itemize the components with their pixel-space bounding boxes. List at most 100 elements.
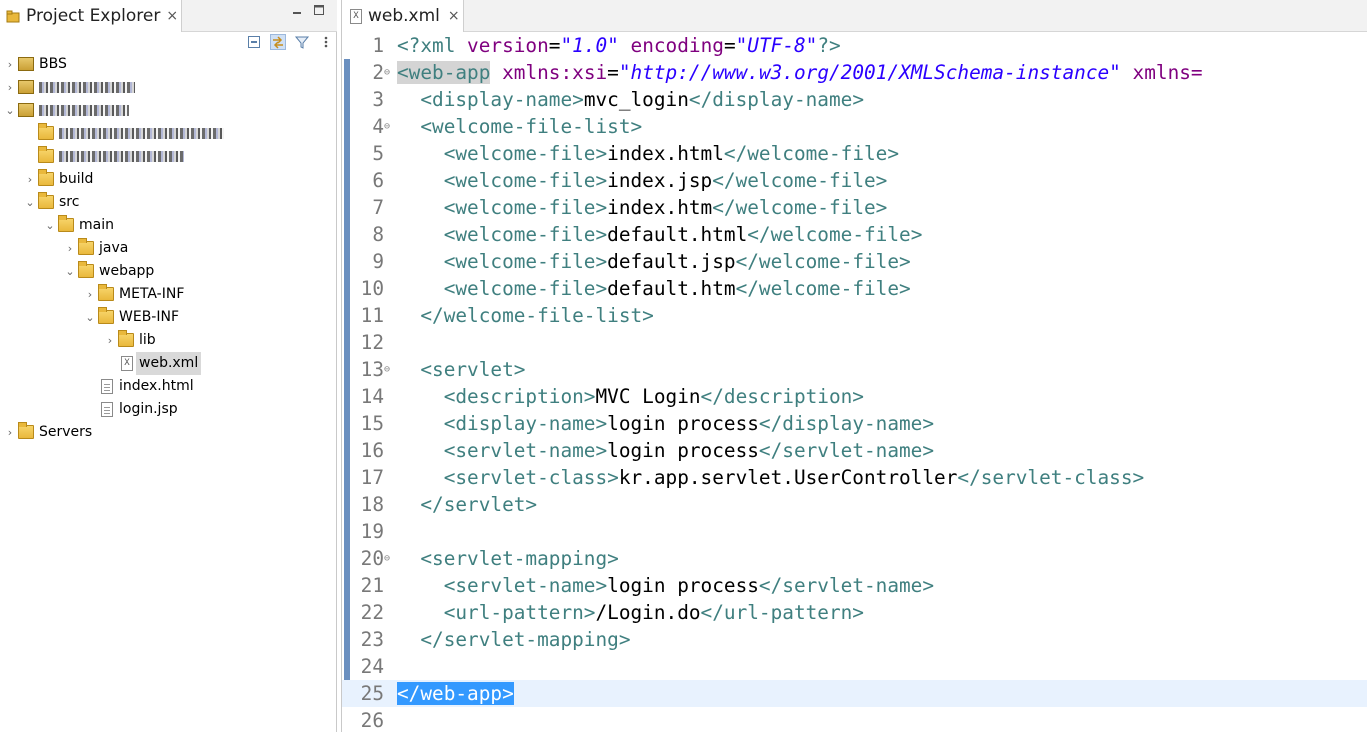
line-number: 1: [372, 34, 384, 57]
code-line[interactable]: 19: [342, 518, 1367, 545]
code-editor[interactable]: 1 <?xml version="1.0" encoding="UTF-8"?> 2…: [342, 32, 1367, 732]
tree-item[interactable]: ⌄ main: [0, 214, 336, 237]
chevron-right-icon[interactable]: ›: [65, 237, 75, 260]
tree-item[interactable]: login.jsp: [0, 398, 336, 421]
folder-icon: [98, 284, 114, 301]
code-token: </welcome-file-list>: [420, 304, 654, 327]
code-line[interactable]: 8 <welcome-file>default.html</welcome-fi…: [342, 221, 1367, 248]
filter-icon[interactable]: [294, 34, 310, 50]
tree-item[interactable]: [0, 145, 336, 168]
tree-item[interactable]: › BBS: [0, 53, 336, 76]
line-number: 9: [372, 250, 384, 273]
code-line[interactable]: 17 <servlet-class>kr.app.servlet.UserCon…: [342, 464, 1367, 491]
code-token: kr.app.servlet.UserController: [618, 466, 958, 489]
tree-item[interactable]: ⌄ WEB-INF: [0, 306, 336, 329]
code-token: <web-app: [397, 61, 491, 84]
code-line[interactable]: 24: [342, 653, 1367, 680]
close-icon[interactable]: ×: [448, 8, 460, 24]
code-line[interactable]: 21 <servlet-name>login process</servlet-…: [342, 572, 1367, 599]
code-line[interactable]: 4 ⊖ <welcome-file-list>: [342, 113, 1367, 140]
tab-web-xml[interactable]: X web.xml ×: [342, 0, 464, 32]
link-with-editor-icon[interactable]: [270, 34, 286, 50]
code-line[interactable]: 20 ⊖ <servlet-mapping>: [342, 545, 1367, 572]
code-token: xmlns=: [1132, 61, 1203, 84]
line-number: 5: [372, 142, 384, 165]
code-token: </welcome-file>: [712, 196, 888, 219]
code-line[interactable]: 12: [342, 329, 1367, 356]
tree-item[interactable]: ›: [0, 76, 336, 99]
project-tree: › BBS › ⌄ › build ⌄ src ⌄ main › java ⌄ webapp › META-I…: [0, 53, 336, 444]
code-line[interactable]: 10 <welcome-file>default.htm</welcome-fi…: [342, 275, 1367, 302]
code-line[interactable]: 7 <welcome-file>index.htm</welcome-file>: [342, 194, 1367, 221]
code-line[interactable]: 9 <welcome-file>default.jsp</welcome-fil…: [342, 248, 1367, 275]
chevron-down-icon[interactable]: ⌄: [25, 191, 35, 214]
code-token: xmlns:xsi: [502, 61, 608, 84]
code-line[interactable]: 25 </web-app>: [342, 680, 1367, 707]
fold-toggle-icon[interactable]: ⊖: [384, 113, 390, 140]
chevron-right-icon[interactable]: ›: [25, 168, 35, 191]
minimize-icon[interactable]: [291, 4, 303, 16]
tree-item[interactable]: › META-INF: [0, 283, 336, 306]
chevron-down-icon[interactable]: ⌄: [45, 214, 55, 237]
line-number: 12: [360, 331, 384, 354]
line-number: 8: [372, 223, 384, 246]
tree-item[interactable]: › java: [0, 237, 336, 260]
close-icon[interactable]: ×: [166, 8, 178, 24]
line-number: 15: [360, 412, 384, 435]
code-line[interactable]: 3 <display-name>mvc_login</display-name>: [342, 86, 1367, 113]
chevron-right-icon[interactable]: ›: [5, 76, 15, 99]
chevron-down-icon[interactable]: ⌄: [5, 99, 15, 122]
code-line[interactable]: 18 </servlet>: [342, 491, 1367, 518]
chevron-down-icon[interactable]: ⌄: [65, 260, 75, 283]
code-token: </display-name>: [758, 412, 935, 435]
code-line[interactable]: 6 <welcome-file>index.jsp</welcome-file>: [342, 167, 1367, 194]
code-line[interactable]: 5 <welcome-file>index.html</welcome-file…: [342, 140, 1367, 167]
code-text: <servlet-name>login process</servlet-nam…: [397, 572, 934, 599]
tree-item[interactable]: [0, 122, 336, 145]
tab-project-explorer[interactable]: Project Explorer ×: [0, 0, 182, 32]
maximize-icon[interactable]: [313, 4, 325, 16]
code-line[interactable]: 1 <?xml version="1.0" encoding="UTF-8"?>: [342, 32, 1367, 59]
tree-item[interactable]: ⌄ src: [0, 191, 336, 214]
code-line[interactable]: 26: [342, 707, 1367, 732]
collapse-all-icon[interactable]: [246, 34, 262, 50]
tree-item-label: BBS: [39, 56, 67, 72]
fold-toggle-icon[interactable]: ⊖: [384, 545, 390, 572]
code-text: <servlet-mapping>: [397, 545, 618, 572]
code-text: <display-name>login process</display-nam…: [397, 410, 934, 437]
tree-item[interactable]: › build: [0, 168, 336, 191]
code-line[interactable]: 14 <description>MVC Login</description>: [342, 383, 1367, 410]
chevron-down-icon[interactable]: ⌄: [85, 306, 95, 329]
chevron-right-icon[interactable]: ›: [105, 329, 115, 352]
chevron-right-icon[interactable]: ›: [5, 53, 15, 76]
tree-item[interactable]: ⌄ webapp: [0, 260, 336, 283]
view-menu-icon[interactable]: [318, 34, 334, 50]
code-line[interactable]: 11 </welcome-file-list>: [342, 302, 1367, 329]
code-line[interactable]: 13 ⊖ <servlet>: [342, 356, 1367, 383]
tree-item[interactable]: Xweb.xml: [0, 352, 336, 375]
fold-toggle-icon[interactable]: ⊖: [384, 59, 390, 86]
tree-item[interactable]: ⌄: [0, 99, 336, 122]
code-text: <servlet>: [397, 356, 525, 383]
code-line[interactable]: 23 </servlet-mapping>: [342, 626, 1367, 653]
code-line[interactable]: 2 ⊖ <web-app xmlns:xsi="http://www.w3.org/…: [342, 59, 1367, 86]
code-line[interactable]: 15 <display-name>login process</display-…: [342, 410, 1367, 437]
code-text: </servlet>: [397, 491, 537, 518]
code-line[interactable]: 16 <servlet-name>login process</servlet-…: [342, 437, 1367, 464]
tree-item[interactable]: › lib: [0, 329, 336, 352]
line-number: 23: [360, 628, 384, 651]
chevron-right-icon[interactable]: ›: [5, 421, 15, 444]
fold-toggle-icon[interactable]: ⊖: [384, 356, 390, 383]
code-token: mvc_login: [583, 88, 689, 111]
code-line[interactable]: 22 <url-pattern>/Login.do</url-pattern>: [342, 599, 1367, 626]
code-token: </display-name>: [688, 88, 865, 111]
tree-item[interactable]: index.html: [0, 375, 336, 398]
tree-item[interactable]: › Servers: [0, 421, 336, 444]
chevron-right-icon[interactable]: ›: [85, 283, 95, 306]
